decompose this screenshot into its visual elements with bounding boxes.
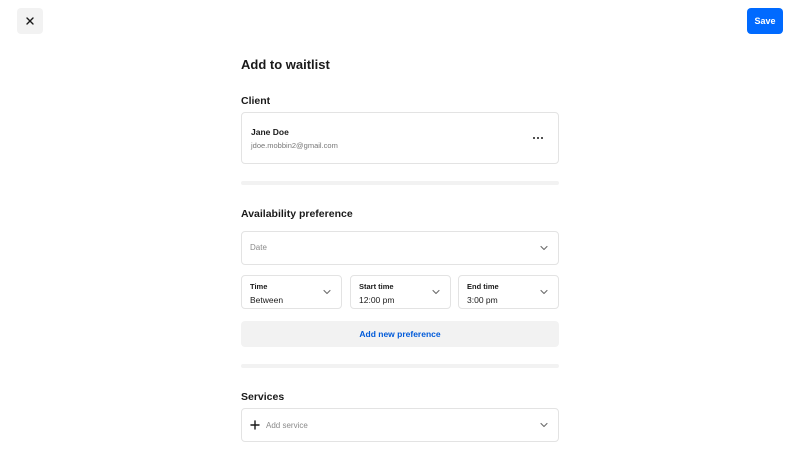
start-time-value: 12:00 pm <box>359 295 395 305</box>
date-placeholder: Date <box>250 243 267 252</box>
chevron-down-icon <box>540 289 548 295</box>
chevron-down-icon <box>323 289 331 295</box>
services-section-label: Services <box>241 391 285 403</box>
section-divider <box>241 181 559 185</box>
time-label: Time <box>250 282 268 291</box>
end-time-value: 3:00 pm <box>467 295 498 305</box>
chevron-down-icon <box>540 422 548 428</box>
plus-icon <box>250 420 260 430</box>
end-time-select[interactable]: End time 3:00 pm <box>458 275 559 309</box>
client-name: Jane Doe <box>251 127 289 137</box>
close-button[interactable] <box>17 8 43 34</box>
section-divider <box>241 364 559 368</box>
time-value: Between <box>250 295 284 305</box>
time-select[interactable]: Time Between <box>241 275 342 309</box>
client-card: Jane Doe jdoe.mobbin2@gmail.com <box>241 112 559 164</box>
more-horizontal-icon <box>532 136 544 140</box>
date-select[interactable]: Date <box>241 231 559 265</box>
client-email: jdoe.mobbin2@gmail.com <box>251 141 338 150</box>
save-button[interactable]: Save <box>747 8 783 34</box>
start-time-select[interactable]: Start time 12:00 pm <box>350 275 451 309</box>
client-more-button[interactable] <box>530 130 546 146</box>
client-section-label: Client <box>241 95 271 107</box>
page-title: Add to waitlist <box>241 57 330 72</box>
chevron-down-icon <box>540 245 548 251</box>
end-time-label: End time <box>467 282 499 291</box>
add-service-select[interactable]: Add service <box>241 408 559 442</box>
add-new-preference-button[interactable]: Add new preference <box>241 321 559 347</box>
add-service-placeholder: Add service <box>266 421 308 430</box>
availability-section-label: Availability preference <box>241 208 353 220</box>
chevron-down-icon <box>432 289 440 295</box>
start-time-label: Start time <box>359 282 394 291</box>
close-icon <box>26 17 34 25</box>
